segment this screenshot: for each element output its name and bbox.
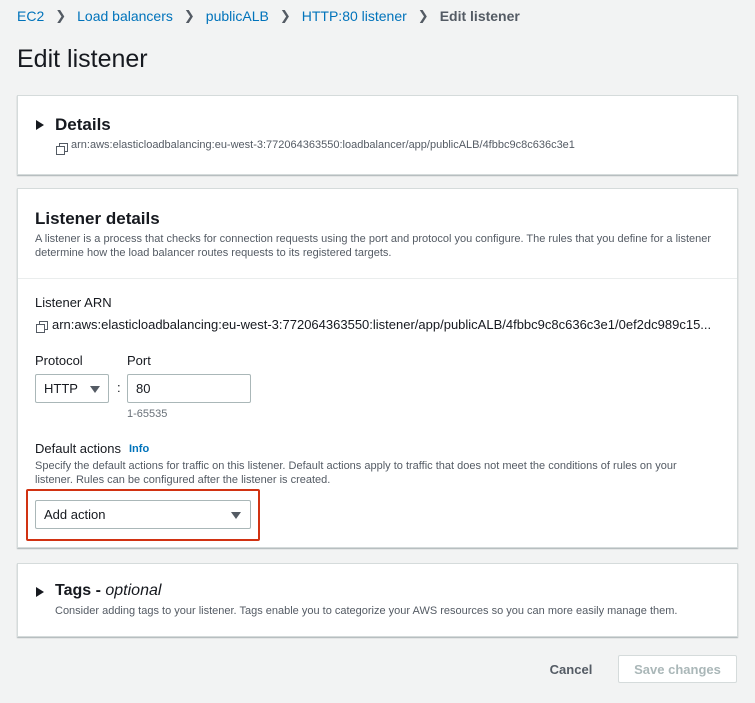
caret-right-icon[interactable] xyxy=(36,120,44,130)
chevron-right-icon: ❯ xyxy=(55,8,67,23)
copy-icon[interactable] xyxy=(56,143,68,155)
breadcrumb-current: Edit listener xyxy=(439,8,520,24)
listener-arn-value: arn:aws:elasticloadbalancing:eu-west-3:7… xyxy=(52,317,712,332)
details-panel: Details arn:aws:elasticloadbalancing:eu-… xyxy=(17,95,738,175)
page-title: Edit listener xyxy=(17,45,148,73)
chevron-right-icon: ❯ xyxy=(417,8,429,23)
protocol-label: Protocol xyxy=(35,353,83,368)
protocol-select[interactable]: HTTP xyxy=(35,374,109,403)
default-actions-description: Specify the default actions for traffic … xyxy=(35,460,677,486)
caret-right-icon[interactable] xyxy=(36,587,44,597)
copy-icon[interactable] xyxy=(36,321,48,333)
port-input[interactable]: 80 xyxy=(127,374,251,403)
breadcrumb-public-alb[interactable]: publicALB xyxy=(206,8,269,24)
listener-details-description: A listener is a process that checks for … xyxy=(35,233,712,259)
cancel-button[interactable]: Cancel xyxy=(540,658,602,680)
load-balancer-arn: arn:aws:elasticloadbalancing:eu-west-3:7… xyxy=(71,139,575,151)
port-label: Port xyxy=(127,353,151,368)
save-changes-button[interactable]: Save changes xyxy=(618,655,737,683)
info-link[interactable]: Info xyxy=(129,443,149,455)
default-actions-label: Default actions xyxy=(35,441,121,456)
caret-down-icon xyxy=(90,386,100,393)
breadcrumb-ec2[interactable]: EC2 xyxy=(17,8,44,24)
chevron-right-icon: ❯ xyxy=(279,8,291,23)
protocol-value: HTTP xyxy=(44,381,78,396)
listener-details-header: Listener details A listener is a process… xyxy=(18,189,737,279)
listener-details-title: Listener details xyxy=(35,209,160,228)
listener-arn-label: Listener ARN xyxy=(35,295,112,310)
tags-title-text: Tags - xyxy=(55,582,106,599)
port-hint: 1-65535 xyxy=(127,408,168,420)
tags-title-optional: optional xyxy=(105,582,162,599)
chevron-right-icon: ❯ xyxy=(183,8,195,23)
protocol-port-separator: : xyxy=(117,380,121,395)
breadcrumb-load-balancers[interactable]: Load balancers xyxy=(77,8,173,24)
tags-panel: Tags - optional Consider adding tags to … xyxy=(17,563,738,637)
port-value: 80 xyxy=(136,381,151,396)
breadcrumb: EC2 ❯ Load balancers ❯ publicALB ❯ HTTP:… xyxy=(17,8,520,24)
tags-title[interactable]: Tags - optional xyxy=(55,582,161,600)
details-title[interactable]: Details xyxy=(55,115,111,135)
add-action-highlight xyxy=(26,489,260,541)
breadcrumb-listener[interactable]: HTTP:80 listener xyxy=(302,8,407,24)
tags-description: Consider adding tags to your listener. T… xyxy=(55,605,678,617)
